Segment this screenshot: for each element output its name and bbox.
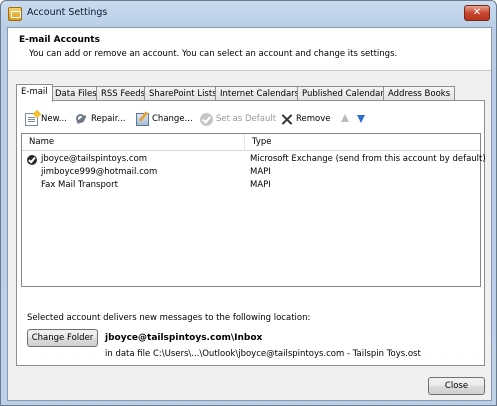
- account-settings-window: Account Settings ✕ E-mail Accounts You c…: [0, 0, 497, 406]
- account-name: jboyce@tailspintoys.com: [41, 154, 148, 164]
- tab-address-books[interactable]: Address Books: [383, 86, 456, 101]
- new-button-label: New...: [41, 114, 67, 124]
- list-header: Name Type: [22, 134, 480, 151]
- remove-x-icon: [280, 113, 293, 126]
- change-folder-button[interactable]: Change Folder: [27, 329, 98, 347]
- wrench-icon: [75, 113, 88, 126]
- title-bar[interactable]: Account Settings ✕: [1, 1, 496, 27]
- account-settings-icon: [8, 7, 22, 21]
- tab-email[interactable]: E-mail: [16, 84, 53, 102]
- delivery-location-label: Selected account delivers new messages t…: [27, 313, 311, 323]
- account-type: MAPI: [250, 167, 271, 177]
- email-tab-panel: New... Repair... Change... Set as Defaul…: [16, 100, 486, 366]
- account-name: jimboyce999@hotmail.com: [41, 167, 158, 177]
- repair-button[interactable]: Repair...: [75, 111, 126, 127]
- window-close-button[interactable]: ✕: [464, 5, 490, 21]
- header-title: E-mail Accounts: [19, 35, 100, 45]
- account-toolbar: New... Repair... Change... Set as Defaul…: [21, 111, 481, 127]
- dialog-header: E-mail Accounts You can add or remove an…: [8, 28, 491, 71]
- column-header-name[interactable]: Name: [22, 134, 245, 151]
- table-row[interactable]: Fax Mail Transport MAPI: [22, 179, 480, 192]
- account-type: MAPI: [250, 180, 271, 190]
- move-up-arrow-icon[interactable]: [341, 114, 349, 122]
- repair-button-label: Repair...: [91, 114, 126, 124]
- account-type: Microsoft Exchange (send from this accou…: [250, 154, 486, 164]
- accounts-list[interactable]: Name Type jboyce@tailspintoys.com Micros…: [21, 133, 486, 287]
- remove-button[interactable]: Remove: [280, 111, 331, 127]
- header-subtitle: You can add or remove an account. You ca…: [29, 49, 398, 59]
- change-button[interactable]: Change...: [136, 111, 193, 127]
- dialog-client: E-mail Accounts You can add or remove an…: [7, 27, 492, 401]
- account-name: Fax Mail Transport: [41, 180, 118, 190]
- change-account-icon: [136, 112, 149, 126]
- close-button[interactable]: Close: [428, 377, 485, 395]
- tab-published-calendars[interactable]: Published Calendars: [297, 86, 394, 101]
- tab-data-files[interactable]: Data Files: [50, 86, 102, 101]
- tab-rss-feeds[interactable]: RSS Feeds: [96, 86, 151, 101]
- tab-sharepoint-lists[interactable]: SharePoint Lists: [144, 86, 222, 101]
- set-as-default-label: Set as Default: [216, 114, 277, 124]
- table-row[interactable]: jboyce@tailspintoys.com Microsoft Exchan…: [22, 153, 486, 166]
- checkmark-circle-icon: [200, 112, 213, 126]
- delivery-folder-path: jboyce@tailspintoys.com\Inbox: [105, 333, 263, 343]
- set-as-default-button[interactable]: Set as Default: [200, 111, 276, 127]
- remove-button-label: Remove: [296, 114, 331, 124]
- data-file-path: in data file C:\Users\...\Outlook\jboyce…: [105, 349, 421, 359]
- table-row[interactable]: jimboyce999@hotmail.com MAPI: [22, 166, 480, 179]
- change-button-label: Change...: [152, 114, 193, 124]
- new-button[interactable]: New...: [25, 111, 67, 127]
- column-header-type[interactable]: Type: [245, 134, 481, 151]
- window-title: Account Settings: [27, 7, 108, 18]
- new-account-icon: [25, 112, 38, 126]
- default-account-check-icon: [27, 155, 37, 165]
- move-down-arrow-icon[interactable]: [357, 115, 365, 123]
- tab-internet-calendars[interactable]: Internet Calendars: [215, 86, 305, 101]
